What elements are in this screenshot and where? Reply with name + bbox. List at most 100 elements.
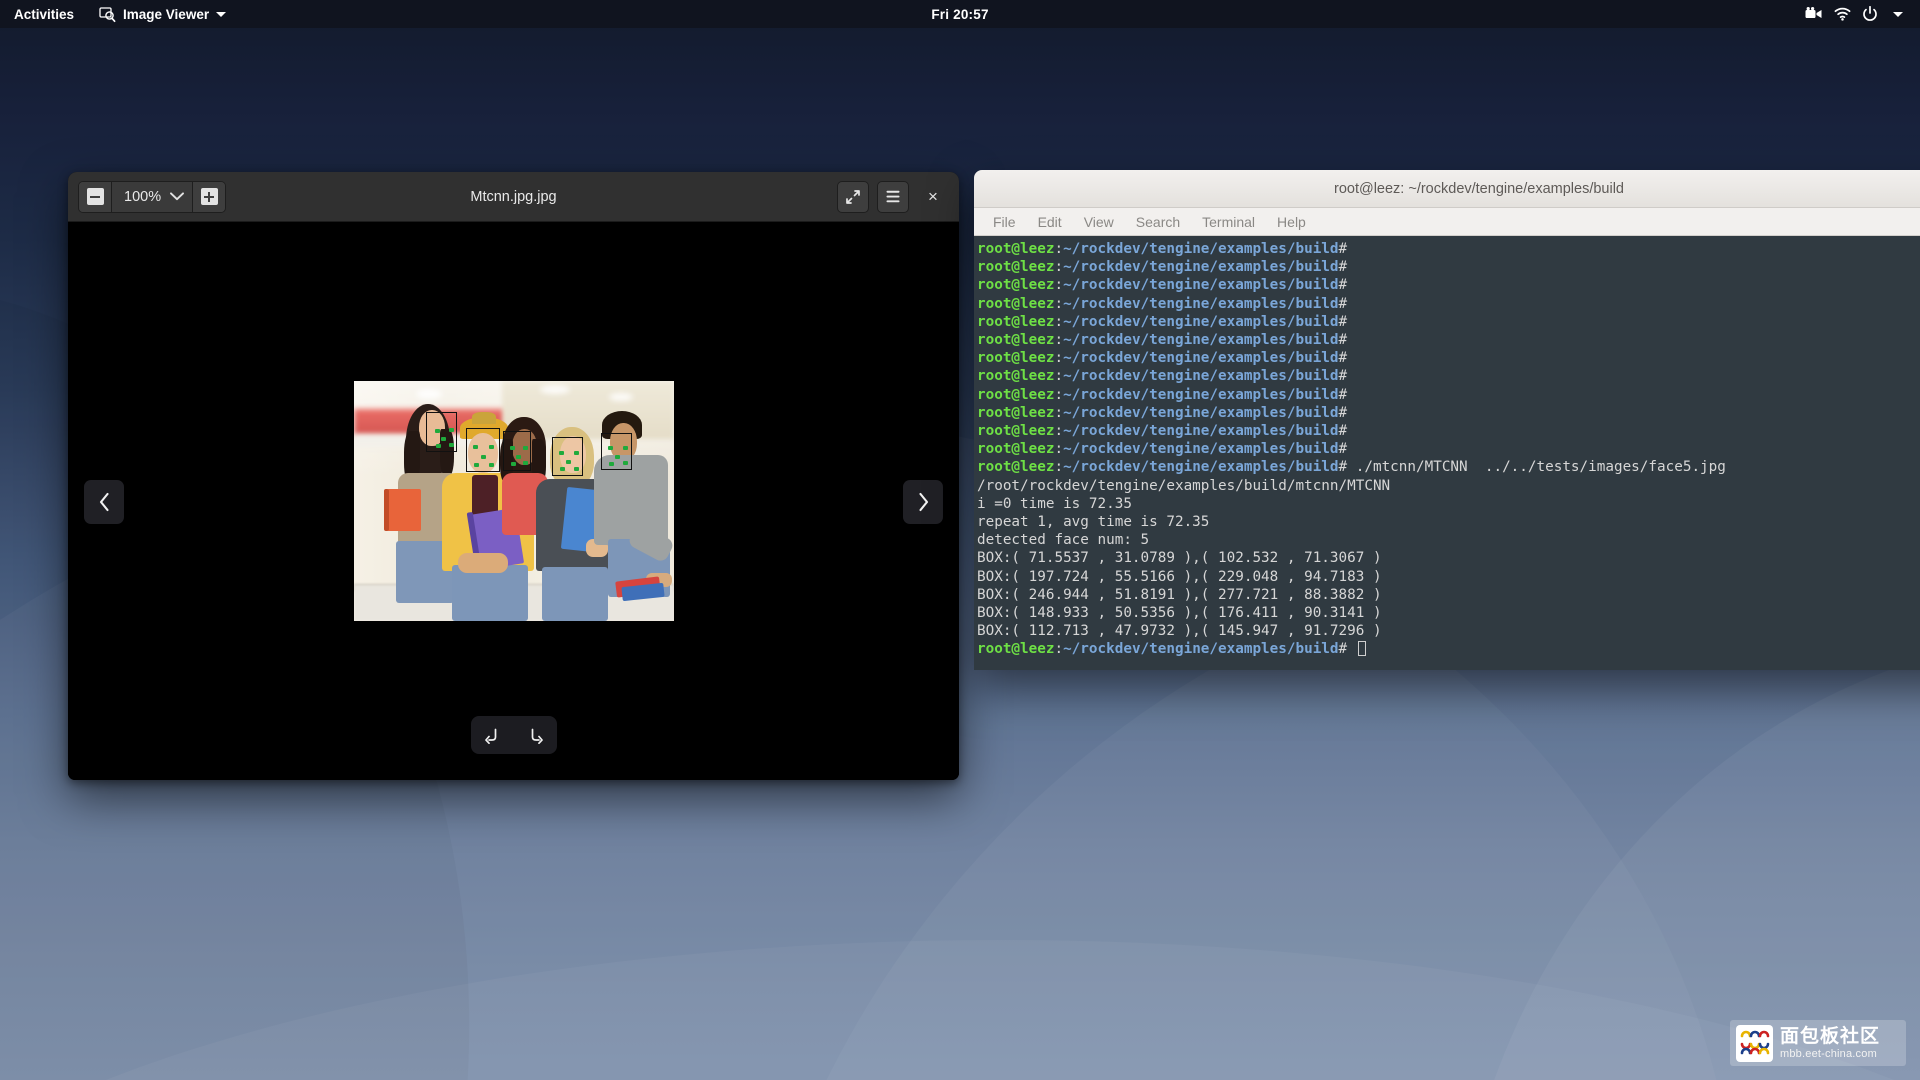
face-box <box>465 428 500 472</box>
terminal-output-line: BOX:( 71.5537 , 31.0789 ),( 102.532 , 71… <box>977 550 1382 567</box>
screencast-icon[interactable] <box>1800 0 1828 28</box>
terminal-menubar: File Edit View Search Terminal Help <box>974 208 1920 236</box>
gnome-top-bar: Activities Image Viewer Fri 20:57 <box>0 0 1920 28</box>
next-image-button[interactable] <box>903 480 943 524</box>
terminal-command: ./mtcnn/MTCNN ../../tests/images/face5.j… <box>1347 459 1726 476</box>
terminal-line: root@leez:~/rockdev/tengine/examples/bui… <box>977 422 1920 440</box>
prompt-colon: : <box>1054 241 1064 257</box>
terminal-line: root@leez:~/rockdev/tengine/examples/bui… <box>977 349 1920 367</box>
prompt-user: root@leez <box>977 441 1055 458</box>
prompt-user: root@leez <box>977 404 1055 421</box>
prompt-path: ~/rockdev/tengine/examples/build <box>1063 350 1339 367</box>
prompt-user: root@leez <box>977 277 1055 294</box>
prompt-user: root@leez <box>977 423 1055 440</box>
menu-help[interactable]: Help <box>1266 208 1317 235</box>
prompt-colon: : <box>1054 386 1064 403</box>
terminal-window[interactable]: root@leez: ~/rockdev/tengine/examples/bu… <box>974 170 1920 670</box>
wifi-icon[interactable] <box>1828 0 1856 28</box>
clock[interactable]: Fri 20:57 <box>0 7 1920 22</box>
image-viewer-window-controls: × <box>837 180 949 213</box>
prompt-colon: : <box>1054 332 1064 349</box>
previous-image-button[interactable] <box>84 480 124 524</box>
prompt-user: root@leez <box>977 350 1055 367</box>
image-viewer-window[interactable]: 100% Mtcnn.jpg.jpg × <box>68 172 959 780</box>
terminal-line: root@leez:~/rockdev/tengine/examples/bui… <box>977 640 1920 658</box>
terminal-screen[interactable]: root@leez:~/rockdev/tengine/examples/bui… <box>974 236 1920 670</box>
terminal-output-line: BOX:( 148.933 , 50.5356 ),( 176.411 , 90… <box>977 605 1382 622</box>
prompt-hash: # <box>1338 641 1348 658</box>
terminal-line: root@leez:~/rockdev/tengine/examples/bui… <box>977 276 1920 294</box>
prompt-path: ~/rockdev/tengine/examples/build <box>1063 459 1339 476</box>
prompt-user: root@leez <box>977 332 1055 349</box>
terminal-line: root@leez:~/rockdev/tengine/examples/bui… <box>977 386 1920 404</box>
wallpaper-shape <box>0 940 1920 1080</box>
menu-search[interactable]: Search <box>1125 208 1191 235</box>
terminal-line: root@leez:~/rockdev/tengine/examples/bui… <box>977 367 1920 385</box>
power-icon[interactable] <box>1856 0 1884 28</box>
prompt-colon: : <box>1054 423 1064 440</box>
terminal-line: root@leez:~/rockdev/tengine/examples/bui… <box>977 440 1920 458</box>
prompt-path: ~/rockdev/tengine/examples/build <box>1063 241 1339 257</box>
zoom-in-button[interactable] <box>192 181 226 212</box>
prompt-hash: # <box>1338 259 1348 276</box>
terminal-output-line: /root/rockdev/tengine/examples/build/mtc… <box>977 477 1391 494</box>
activities-button[interactable]: Activities <box>0 0 88 28</box>
menu-terminal[interactable]: Terminal <box>1191 208 1266 235</box>
prompt-path: ~/rockdev/tengine/examples/build <box>1063 277 1339 294</box>
terminal-command <box>1347 641 1356 657</box>
menu-edit[interactable]: Edit <box>1027 208 1073 235</box>
fullscreen-button[interactable] <box>837 180 869 213</box>
terminal-cursor <box>1357 641 1366 657</box>
terminal-line: root@leez:~/rockdev/tengine/examples/bui… <box>977 295 1920 313</box>
prompt-user: root@leez <box>977 241 1055 257</box>
menu-file[interactable]: File <box>982 208 1027 235</box>
image-viewer-canvas[interactable] <box>68 222 959 780</box>
prompt-colon: : <box>1054 441 1064 458</box>
zoom-control-group[interactable]: 100% <box>78 180 227 213</box>
prompt-path: ~/rockdev/tengine/examples/build <box>1063 295 1339 312</box>
minus-icon <box>86 188 104 205</box>
chevron-down-icon[interactable] <box>1884 0 1912 28</box>
prompt-hash: # <box>1338 386 1348 403</box>
terminal-output-line: detected face num: 5 <box>977 532 1150 549</box>
zoom-dropdown-button[interactable] <box>170 182 192 212</box>
watermark-url: mbb.eet-china.com <box>1780 1047 1877 1060</box>
prompt-colon: : <box>1054 368 1064 385</box>
displayed-image <box>353 381 674 621</box>
terminal-line: root@leez:~/rockdev/tengine/examples/bui… <box>977 313 1920 331</box>
app-menu-button[interactable]: Image Viewer <box>88 0 237 28</box>
prompt-path: ~/rockdev/tengine/examples/build <box>1063 259 1339 276</box>
prompt-colon: : <box>1054 259 1064 276</box>
prompt-colon: : <box>1054 277 1064 294</box>
rotate-left-button[interactable] <box>484 727 501 744</box>
wallpaper-shape <box>1399 602 1920 1080</box>
prompt-path: ~/rockdev/tengine/examples/build <box>1063 404 1339 421</box>
terminal-line: root@leez:~/rockdev/tengine/examples/bui… <box>977 458 1920 476</box>
activities-label: Activities <box>14 6 75 22</box>
prompt-colon: : <box>1054 313 1064 330</box>
close-icon[interactable]: × <box>917 181 949 213</box>
terminal-line: root@leez:~/rockdev/tengine/examples/bui… <box>977 240 1920 258</box>
prompt-path: ~/rockdev/tengine/examples/build <box>1063 332 1339 349</box>
prompt-user: root@leez <box>977 459 1055 476</box>
topbar-left-group: Activities Image Viewer <box>0 0 237 28</box>
terminal-output-line: i =0 time is 72.35 <box>977 495 1132 512</box>
prompt-colon: : <box>1054 295 1064 312</box>
hamburger-menu-button[interactable] <box>877 180 909 213</box>
zoom-out-button[interactable] <box>79 181 112 212</box>
prompt-hash: # <box>1338 313 1348 330</box>
topbar-status-area[interactable] <box>1800 0 1920 28</box>
prompt-colon: : <box>1054 459 1064 476</box>
prompt-colon: : <box>1054 404 1064 421</box>
rotate-toolbar <box>470 716 557 754</box>
prompt-path: ~/rockdev/tengine/examples/build <box>1063 441 1339 458</box>
menu-view[interactable]: View <box>1073 208 1125 235</box>
prompt-hash: # <box>1338 295 1348 312</box>
prompt-hash: # <box>1338 350 1348 367</box>
chevron-down-icon <box>216 11 227 17</box>
terminal-title: root@leez: ~/rockdev/tengine/examples/bu… <box>1334 180 1624 197</box>
face-box <box>502 431 531 471</box>
rotate-right-button[interactable] <box>527 727 544 744</box>
prompt-colon: : <box>1054 350 1064 367</box>
prompt-hash: # <box>1338 423 1348 440</box>
